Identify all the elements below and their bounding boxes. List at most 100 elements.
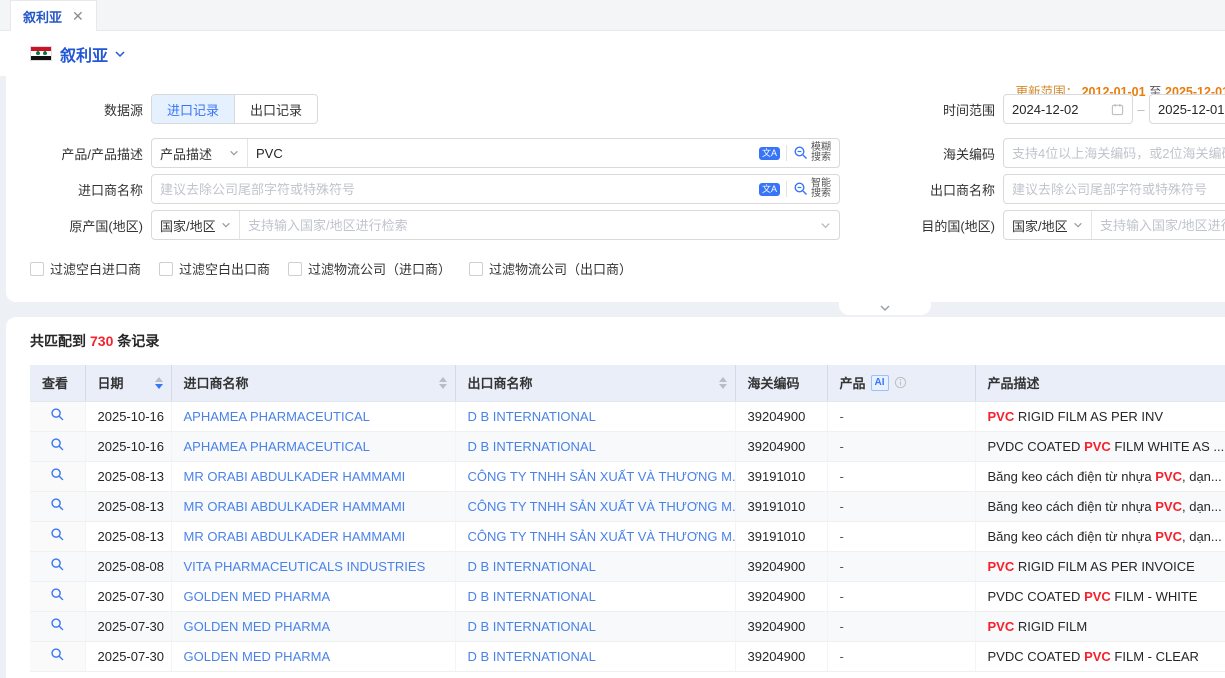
origin-type-select[interactable]: 国家/地区: [152, 211, 240, 239]
cell-importer-link[interactable]: APHAMEA PHARMACEUTICAL: [171, 431, 455, 461]
table-row: 2025-08-13 MR ORABI ABDULKADER HAMMAMI C…: [30, 521, 1225, 551]
col-view: 查看: [30, 365, 85, 401]
cell-importer-link[interactable]: VITA PHARMACEUTICALS INDUSTRIES: [171, 551, 455, 581]
results-table-body: 2025-10-16 APHAMEA PHARMACEUTICAL D B IN…: [30, 401, 1225, 671]
chevron-down-icon: [221, 220, 231, 230]
cell-exporter-link[interactable]: D B INTERNATIONAL: [455, 551, 735, 581]
date-from-input[interactable]: 2024-12-02: [1003, 94, 1133, 124]
importer-input-group: 文A 智能 搜索: [151, 174, 840, 204]
cell-importer-link[interactable]: GOLDEN MED PHARMA: [171, 611, 455, 641]
hs-code-input[interactable]: [1004, 139, 1225, 167]
view-record-button[interactable]: [30, 551, 85, 581]
cell-date: 2025-07-30: [85, 611, 171, 641]
checkbox-filter-blank-exporter[interactable]: 过滤空白出口商: [159, 259, 270, 278]
origin-input[interactable]: [240, 211, 820, 239]
tab-import-records[interactable]: 进口记录: [152, 95, 234, 123]
cell-description: Băng keo cách điện từ nhựa PVC, dạn...: [975, 521, 1225, 551]
chevron-down-icon[interactable]: [114, 48, 126, 60]
checkbox-filter-logistics-importer[interactable]: 过滤物流公司（进口商）: [288, 259, 451, 278]
cell-date: 2025-08-08: [85, 551, 171, 581]
tab-title: 叙利亚: [23, 7, 62, 26]
cell-product: -: [827, 401, 975, 431]
country-name: 叙利亚: [60, 42, 108, 66]
sort-exporter[interactable]: [719, 377, 727, 389]
origin-row: 原产国(地区) 国家/地区: [6, 210, 840, 240]
search-icon: [793, 181, 809, 197]
cell-date: 2025-07-30: [85, 581, 171, 611]
tab-syria[interactable]: 叙利亚 ✕: [10, 0, 97, 31]
destination-input[interactable]: [1092, 211, 1225, 239]
view-record-button[interactable]: [30, 521, 85, 551]
col-product: 产品 AI: [827, 365, 975, 401]
cell-exporter-link[interactable]: D B INTERNATIONAL: [455, 641, 735, 671]
cell-exporter-link[interactable]: CÔNG TY TNHH SẢN XUẤT VÀ THƯƠNG M...: [455, 491, 735, 521]
tab-bar: 叙利亚 ✕: [0, 0, 1225, 31]
exporter-input[interactable]: [1004, 175, 1225, 203]
cell-product: -: [827, 461, 975, 491]
close-icon[interactable]: ✕: [72, 9, 84, 23]
time-range-row: 时间范围 2024-12-02 – 2025-12-01: [860, 94, 1225, 124]
data-source-label: 数据源: [6, 100, 151, 119]
product-input[interactable]: [248, 139, 759, 167]
importer-input[interactable]: [152, 175, 759, 203]
cell-importer-link[interactable]: APHAMEA PHARMACEUTICAL: [171, 401, 455, 431]
cell-exporter-link[interactable]: CÔNG TY TNHH SẢN XUẤT VÀ THƯƠNG M...: [455, 461, 735, 491]
view-search-icon: [50, 617, 65, 632]
destination-type-select[interactable]: 国家/地区: [1004, 211, 1092, 239]
table-row: 2025-07-30 GOLDEN MED PHARMA D B INTERNA…: [30, 641, 1225, 671]
table-row: 2025-10-16 APHAMEA PHARMACEUTICAL D B IN…: [30, 431, 1225, 461]
cell-importer-link[interactable]: MR ORABI ABDULKADER HAMMAMI: [171, 491, 455, 521]
cell-date: 2025-10-16: [85, 431, 171, 461]
cell-exporter-link[interactable]: D B INTERNATIONAL: [455, 581, 735, 611]
cell-importer-link[interactable]: MR ORABI ABDULKADER HAMMAMI: [171, 521, 455, 551]
view-record-button[interactable]: [30, 641, 85, 671]
cell-date: 2025-08-13: [85, 521, 171, 551]
translate-icon[interactable]: 文A: [759, 183, 780, 196]
cell-importer-link[interactable]: MR ORABI ABDULKADER HAMMAMI: [171, 461, 455, 491]
view-record-button[interactable]: [30, 431, 85, 461]
product-type-select[interactable]: 产品描述: [152, 139, 248, 167]
view-record-button[interactable]: [30, 461, 85, 491]
checkbox-filter-logistics-exporter[interactable]: 过滤物流公司（出口商）: [469, 259, 632, 278]
table-row: 2025-08-13 MR ORABI ABDULKADER HAMMAMI C…: [30, 491, 1225, 521]
info-icon[interactable]: [894, 376, 907, 389]
product-row: 产品/产品描述 产品描述 文A 模糊 搜索: [6, 138, 840, 168]
fuzzy-search-button[interactable]: 模糊 搜索: [793, 143, 831, 163]
cell-exporter-link[interactable]: CÔNG TY TNHH SẢN XUẤT VÀ THƯƠNG M...: [455, 521, 735, 551]
sort-date[interactable]: [155, 377, 163, 389]
cell-date: 2025-10-16: [85, 401, 171, 431]
cell-exporter-link[interactable]: D B INTERNATIONAL: [455, 401, 735, 431]
exporter-input-group: [1003, 174, 1225, 204]
cell-description: PVDC COATED PVC FILM WHITE AS ...: [975, 431, 1225, 461]
sort-importer[interactable]: [439, 377, 447, 389]
cell-description: PVC RIGID FILM AS PER INVOICE: [975, 551, 1225, 581]
view-search-icon: [50, 497, 65, 512]
destination-input-group: 国家/地区: [1003, 210, 1225, 240]
cell-importer-link[interactable]: GOLDEN MED PHARMA: [171, 641, 455, 671]
search-icon: [793, 145, 809, 161]
cell-exporter-link[interactable]: D B INTERNATIONAL: [455, 431, 735, 461]
results-summary: 共匹配到730条记录: [30, 331, 1225, 351]
chevron-down-icon[interactable]: [820, 220, 831, 231]
collapse-panel-button[interactable]: [839, 302, 931, 315]
translate-icon[interactable]: 文A: [759, 147, 780, 160]
data-source-toggle: 进口记录 出口记录: [151, 94, 318, 124]
smart-search-button[interactable]: 智能 搜索: [793, 179, 831, 199]
view-record-button[interactable]: [30, 401, 85, 431]
results-table: 查看 日期 进口商名称 出口商名称 海关编码 产品 AI 产品描述: [30, 365, 1225, 672]
view-record-button[interactable]: [30, 581, 85, 611]
tab-export-records[interactable]: 出口记录: [234, 95, 317, 123]
cell-product: -: [827, 551, 975, 581]
view-record-button[interactable]: [30, 611, 85, 641]
table-row: 2025-07-30 GOLDEN MED PHARMA D B INTERNA…: [30, 611, 1225, 641]
cell-importer-link[interactable]: GOLDEN MED PHARMA: [171, 581, 455, 611]
cell-product: -: [827, 521, 975, 551]
cell-exporter-link[interactable]: D B INTERNATIONAL: [455, 611, 735, 641]
date-to-input[interactable]: 2025-12-01: [1149, 94, 1225, 124]
ai-badge: AI: [871, 375, 889, 391]
cell-hs-code: 39204900: [735, 611, 827, 641]
view-record-button[interactable]: [30, 491, 85, 521]
checkbox-filter-blank-importer[interactable]: 过滤空白进口商: [30, 259, 141, 278]
view-search-icon: [50, 437, 65, 452]
cell-hs-code: 39204900: [735, 641, 827, 671]
